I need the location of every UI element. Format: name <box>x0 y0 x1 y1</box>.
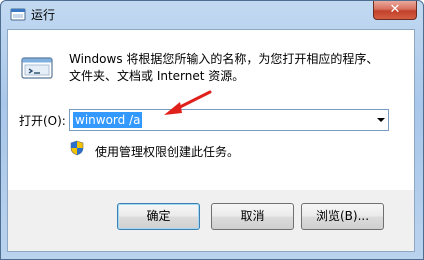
window-title: 运行 <box>31 8 56 22</box>
cancel-button[interactable]: 取消 <box>211 203 294 230</box>
annotation-arrow-icon <box>164 90 212 115</box>
dialog-description: Windows 将根据您所输入的名称，为您打开相应的程序、 文件夹、文档或 In… <box>69 51 399 85</box>
run-app-icon <box>10 8 26 21</box>
dropdown-arrow-icon[interactable] <box>377 118 385 122</box>
close-icon: ✕ <box>389 2 401 17</box>
ok-button[interactable]: 确定 <box>117 203 200 230</box>
run-program-icon <box>21 57 53 79</box>
browse-button[interactable]: 浏览(B)... <box>301 203 384 230</box>
admin-privilege-note: 使用管理权限创建此任务。 <box>95 145 240 159</box>
close-button[interactable]: ✕ <box>373 1 417 20</box>
open-input-value[interactable]: winword /a <box>73 112 143 128</box>
description-line-1: Windows 将根据您所输入的名称，为您打开相应的程序、 <box>69 52 379 66</box>
uac-shield-icon <box>70 140 84 156</box>
title-bar[interactable]: 运行 ✕ <box>1 1 423 29</box>
open-field-label: 打开(O): <box>19 114 66 128</box>
description-line-2: 文件夹、文档或 Internet 资源。 <box>69 69 245 83</box>
open-combobox[interactable]: winword /a <box>69 109 389 131</box>
